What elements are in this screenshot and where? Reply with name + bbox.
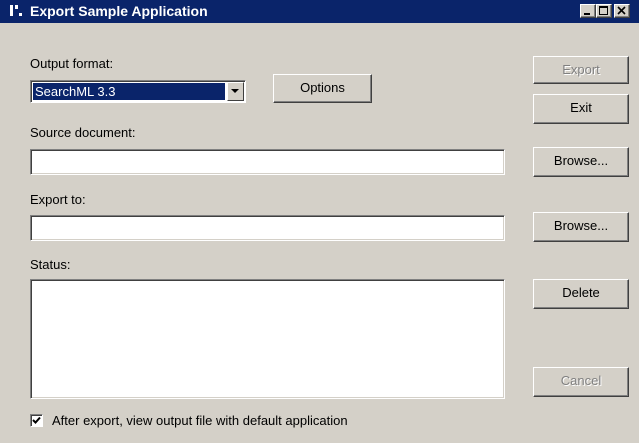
view-after-export-label[interactable]: After export, view output file with defa…: [52, 413, 348, 428]
cancel-button[interactable]: Cancel: [533, 367, 629, 397]
dropdown-button[interactable]: [227, 82, 244, 101]
export-to-label: Export to:: [30, 192, 86, 207]
source-browse-button[interactable]: Browse...: [533, 147, 629, 177]
output-format-select[interactable]: SearchML 3.3: [30, 80, 246, 103]
title-bar[interactable]: Export Sample Application: [0, 0, 639, 23]
maximize-button[interactable]: [596, 4, 612, 18]
status-textarea[interactable]: [30, 279, 505, 399]
view-after-export-checkbox[interactable]: [30, 414, 43, 427]
source-document-input[interactable]: [30, 149, 505, 175]
export-button[interactable]: Export: [533, 56, 629, 84]
options-button[interactable]: Options: [273, 74, 372, 103]
delete-button[interactable]: Delete: [533, 279, 629, 309]
exit-button[interactable]: Exit: [533, 94, 629, 124]
minimize-icon: [584, 13, 590, 15]
minimize-button[interactable]: [580, 4, 596, 18]
status-label: Status:: [30, 257, 71, 272]
chevron-down-icon: [231, 89, 239, 93]
output-format-selected: SearchML 3.3: [33, 83, 225, 100]
maximize-icon: [599, 6, 608, 15]
export-to-input[interactable]: [30, 215, 505, 241]
export-sample-window: Export Sample Application Output format:…: [0, 0, 639, 443]
output-format-label: Output format:: [30, 56, 114, 71]
app-icon[interactable]: [8, 4, 24, 19]
checkmark-icon: [32, 416, 41, 424]
close-icon: [617, 6, 626, 15]
window-title: Export Sample Application: [30, 3, 208, 19]
source-document-label: Source document:: [30, 125, 136, 140]
close-button[interactable]: [614, 4, 630, 18]
export-to-browse-button[interactable]: Browse...: [533, 212, 629, 242]
